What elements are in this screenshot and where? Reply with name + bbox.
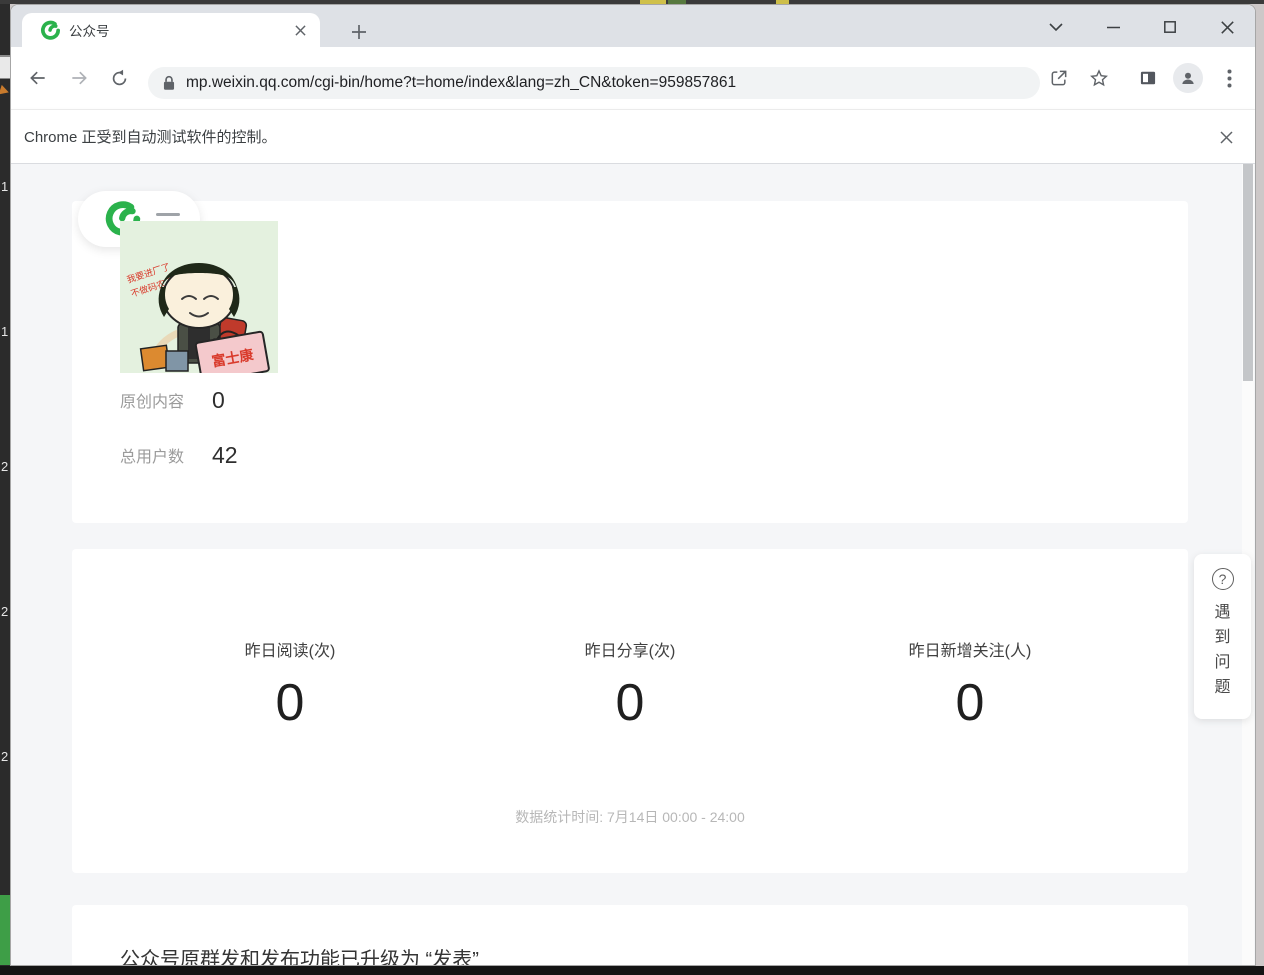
account-stats: 原创内容 0 总用户数 42 [120,385,238,470]
yesterday-stats-card: 昨日阅读(次) 0 昨日分享(次) 0 昨日新增关注(人) 0 数据统计时间: … [72,549,1188,873]
background-green-block [0,895,10,965]
stat-label: 昨日阅读(次) [120,641,460,663]
background-window-band [0,55,10,79]
wechat-mp-logo-icon [40,20,61,41]
background-window-left: 1 1 2 2 2 [0,0,10,975]
profile-avatar-icon[interactable] [1171,61,1205,95]
stat-value: 0 [460,671,800,735]
stat-value: 42 [212,442,238,469]
stat-row-original-content[interactable]: 原创内容 0 [120,385,238,415]
publish-upgrade-title: 公众号原群发和发布功能已升级为 “发表” [72,905,1188,965]
yesterday-columns: 昨日阅读(次) 0 昨日分享(次) 0 昨日新增关注(人) 0 [72,549,1188,735]
bookmark-star-icon[interactable] [1082,61,1116,95]
stat-value: 0 [800,671,1140,735]
reload-button[interactable] [102,61,136,95]
window-close-button[interactable] [1210,13,1244,41]
help-float-label: 遇到问题 [1214,600,1232,700]
automation-infobar: Chrome 正受到自动测试软件的控制。 [11,109,1255,164]
tab-title: 公众号 [69,20,290,40]
menu-kebab-icon[interactable] [1212,61,1246,95]
forward-button[interactable] [62,61,96,95]
background-cursor-glyph [0,85,10,97]
browser-window: 公众号 [10,4,1256,966]
back-button[interactable] [21,61,55,95]
stat-label: 原创内容 [120,388,186,412]
stat-yesterday-reads[interactable]: 昨日阅读(次) 0 [120,641,460,735]
share-icon[interactable] [1042,61,1076,95]
stat-time-note: 数据统计时间: 7月14日 00:00 - 24:00 [72,807,1188,827]
page-content: 我要进厂了 不做码农了 [11,164,1255,965]
site-lock-icon[interactable] [162,75,176,91]
window-maximize-button[interactable] [1153,13,1187,41]
background-taskbar-edge [0,966,1264,975]
stat-value: 0 [120,671,460,735]
account-overview-card: 我要进厂了 不做码农了 [72,201,1188,523]
stat-label: 昨日新增关注(人) [800,641,1140,663]
browser-toolbar: mp.weixin.qq.com/cgi-bin/home?t=home/ind… [11,47,1255,109]
account-avatar[interactable]: 我要进厂了 不做码农了 [120,221,278,373]
publish-upgrade-card: 公众号原群发和发布功能已升级为 “发表” [72,905,1188,965]
help-float-button[interactable]: ? 遇到问题 [1194,554,1251,719]
scrollbar-thumb[interactable] [1243,164,1253,381]
stat-label: 总用户数 [120,443,186,467]
tab-close-icon[interactable] [290,20,310,40]
stat-row-total-users[interactable]: 总用户数 42 [120,440,238,470]
tab-strip: 公众号 [11,5,1255,47]
url-text[interactable]: mp.weixin.qq.com/cgi-bin/home?t=home/ind… [186,74,736,92]
window-minimize-button[interactable] [1096,13,1130,41]
new-tab-button[interactable] [345,18,373,46]
question-mark-icon: ? [1212,568,1234,590]
tab-gongzhonghao[interactable]: 公众号 [22,13,320,47]
infobar-close-icon[interactable] [1212,123,1240,151]
side-panel-icon[interactable] [1131,61,1165,95]
stat-yesterday-new-followers[interactable]: 昨日新增关注(人) 0 [800,641,1140,735]
stat-label: 昨日分享(次) [460,641,800,663]
tab-search-chevron-icon[interactable] [1039,13,1073,41]
address-bar[interactable]: mp.weixin.qq.com/cgi-bin/home?t=home/ind… [148,67,1040,99]
automation-notice-text: Chrome 正受到自动测试软件的控制。 [24,126,277,147]
stat-yesterday-shares[interactable]: 昨日分享(次) 0 [460,641,800,735]
stat-value: 0 [212,387,225,414]
